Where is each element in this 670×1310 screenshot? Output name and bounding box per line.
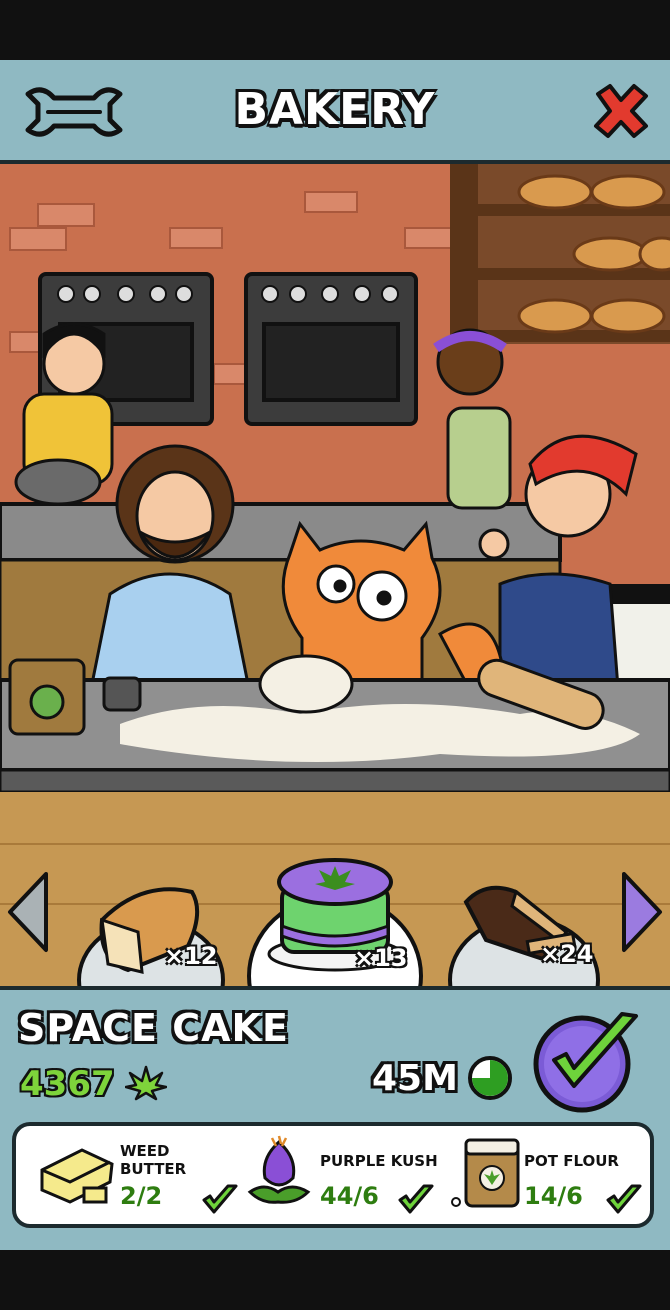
bread-loaf-icon bbox=[77, 887, 225, 1042]
product-chocolate-loaf[interactable]: ×24 bbox=[448, 876, 600, 1044]
ingredient-name: POT FLOUR bbox=[524, 1152, 619, 1170]
ingredient-count: 2/2 bbox=[120, 1182, 163, 1210]
ingredient-count: 44/6 bbox=[320, 1182, 379, 1210]
bottom-black-bar bbox=[0, 1250, 670, 1310]
product-quantity: ×12 bbox=[164, 942, 218, 970]
weed-leaf-icon bbox=[124, 1065, 167, 1101]
chocolate-loaf-icon bbox=[448, 885, 600, 1044]
ingredient-pot-flour: POT FLOUR 14/6 bbox=[444, 1126, 650, 1224]
ingredient-purple-kush: PURPLE KUSH 44/6 bbox=[230, 1126, 444, 1224]
price-value: 4367 bbox=[20, 1064, 115, 1104]
top-black-bar bbox=[0, 0, 670, 60]
check-icon bbox=[606, 1184, 642, 1214]
flour-bag-icon bbox=[451, 1138, 520, 1208]
recipe-time: 45M bbox=[372, 1054, 514, 1102]
product-space-cake[interactable]: ×13 bbox=[246, 846, 424, 1058]
product-quantity: ×24 bbox=[540, 940, 594, 968]
confirm-checkmark-button[interactable] bbox=[528, 1006, 646, 1114]
timer-pie-icon bbox=[467, 1056, 512, 1100]
butter-icon bbox=[40, 1148, 114, 1204]
product-bread-loaf[interactable]: ×12 bbox=[76, 880, 226, 1042]
ingredient-name-line2: BUTTER bbox=[120, 1160, 187, 1178]
close-x-icon[interactable] bbox=[590, 80, 652, 142]
product-quantity: ×13 bbox=[354, 944, 408, 972]
recipe-name: SPACE CAKE bbox=[18, 1006, 289, 1050]
ingredient-name: PURPLE KUSH bbox=[320, 1152, 438, 1170]
previous-arrow-icon[interactable] bbox=[6, 870, 50, 954]
recipe-panel: SPACE CAKE 4367 45M WEED BUTTER 2/2 PURP… bbox=[0, 986, 670, 1250]
character-rasta-woman bbox=[433, 328, 512, 510]
next-arrow-icon[interactable] bbox=[620, 870, 664, 954]
ingredient-count: 14/6 bbox=[524, 1182, 583, 1210]
ingredient-weed-butter: WEED BUTTER 2/2 bbox=[16, 1126, 238, 1224]
recipe-price: 4367 bbox=[20, 1064, 167, 1104]
page-title: BAKERY bbox=[234, 84, 436, 135]
purple-kush-icon bbox=[247, 1135, 311, 1204]
oven-right bbox=[244, 272, 418, 426]
check-icon bbox=[398, 1184, 434, 1214]
ingredients-list: WEED BUTTER 2/2 PURPLE KUSH 44/6 POT FLO… bbox=[12, 1122, 654, 1228]
time-value: 45M bbox=[372, 1057, 458, 1099]
ingredient-name: WEED bbox=[120, 1142, 170, 1160]
flour-sack bbox=[8, 658, 86, 736]
header-bar: BAKERY bbox=[0, 60, 670, 164]
